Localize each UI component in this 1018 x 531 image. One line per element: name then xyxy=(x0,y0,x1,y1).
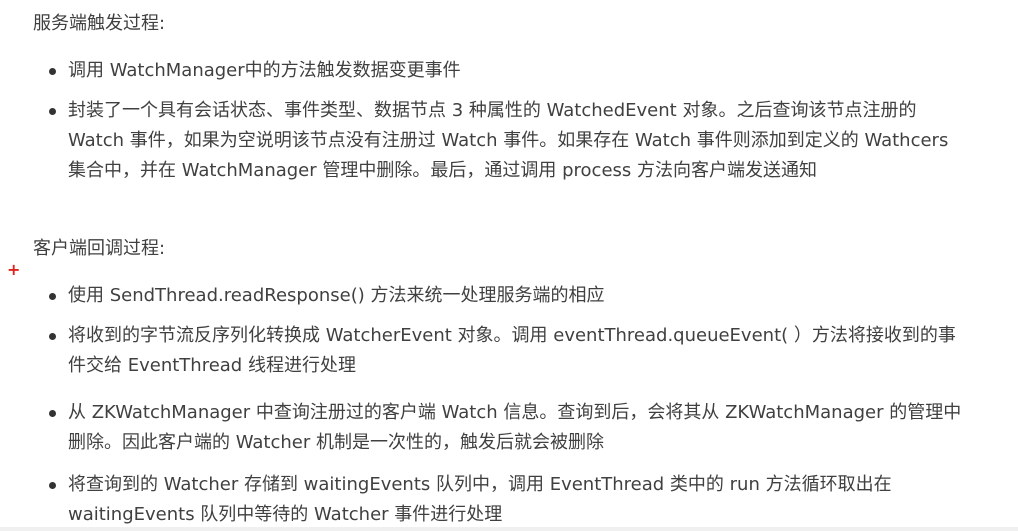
bottom-edge xyxy=(0,527,1018,531)
section1-heading: 服务端触发过程: xyxy=(33,13,166,34)
bullet-icon xyxy=(49,68,56,75)
bullet-icon xyxy=(49,482,56,489)
bullet-icon xyxy=(49,333,56,340)
item-line: 从 ZKWatchManager 中查询注册过的客户端 Watch 信息。查询到… xyxy=(68,402,962,423)
list-item: 封装了一个具有会话状态、事件类型、数据节点 3 种属性的 WatchedEven… xyxy=(49,96,1008,186)
list-item: 使用 SendThread.readResponse() 方法来统一处理服务端的… xyxy=(49,281,1008,311)
item-line: 删除。因此客户端的 Watcher 机制是一次性的，触发后就会被删除 xyxy=(68,432,604,453)
item-line: 将收到的字节流反序列化转换成 WatcherEvent 对象。调用 eventT… xyxy=(68,325,956,346)
bullet-icon xyxy=(49,108,56,115)
item-line: 封装了一个具有会话状态、事件类型、数据节点 3 种属性的 WatchedEven… xyxy=(68,100,917,121)
item-line: 将查询到的 Watcher 存储到 waitingEvents 队列中，调用 E… xyxy=(68,474,892,495)
list-item: 调用 WatchManager中的方法触发数据变更事件 xyxy=(49,56,1008,86)
item-line: Watch 事件，如果为空说明该节点没有注册过 Watch 事件。如果存在 Wa… xyxy=(68,130,949,151)
add-marker-icon[interactable]: + xyxy=(7,262,20,278)
section2-heading: 客户端回调过程: xyxy=(33,238,166,259)
item-line: 件交给 EventThread 线程进行处理 xyxy=(68,355,356,376)
item-line: waitingEvents 队列中等待的 Watcher 事件进行处理 xyxy=(68,504,503,525)
item-line: 使用 SendThread.readResponse() 方法来统一处理服务端的… xyxy=(68,285,605,306)
bullet-icon xyxy=(49,410,56,417)
bullet-icon xyxy=(49,293,56,300)
list-item: 从 ZKWatchManager 中查询注册过的客户端 Watch 信息。查询到… xyxy=(49,398,1008,458)
item-line: 集合中，并在 WatchManager 管理中删除。最后，通过调用 proces… xyxy=(68,160,817,181)
item-line: 调用 WatchManager中的方法触发数据变更事件 xyxy=(68,60,461,81)
list-item: 将收到的字节流反序列化转换成 WatcherEvent 对象。调用 eventT… xyxy=(49,321,1008,381)
list-item: 将查询到的 Watcher 存储到 waitingEvents 队列中，调用 E… xyxy=(49,470,1008,530)
